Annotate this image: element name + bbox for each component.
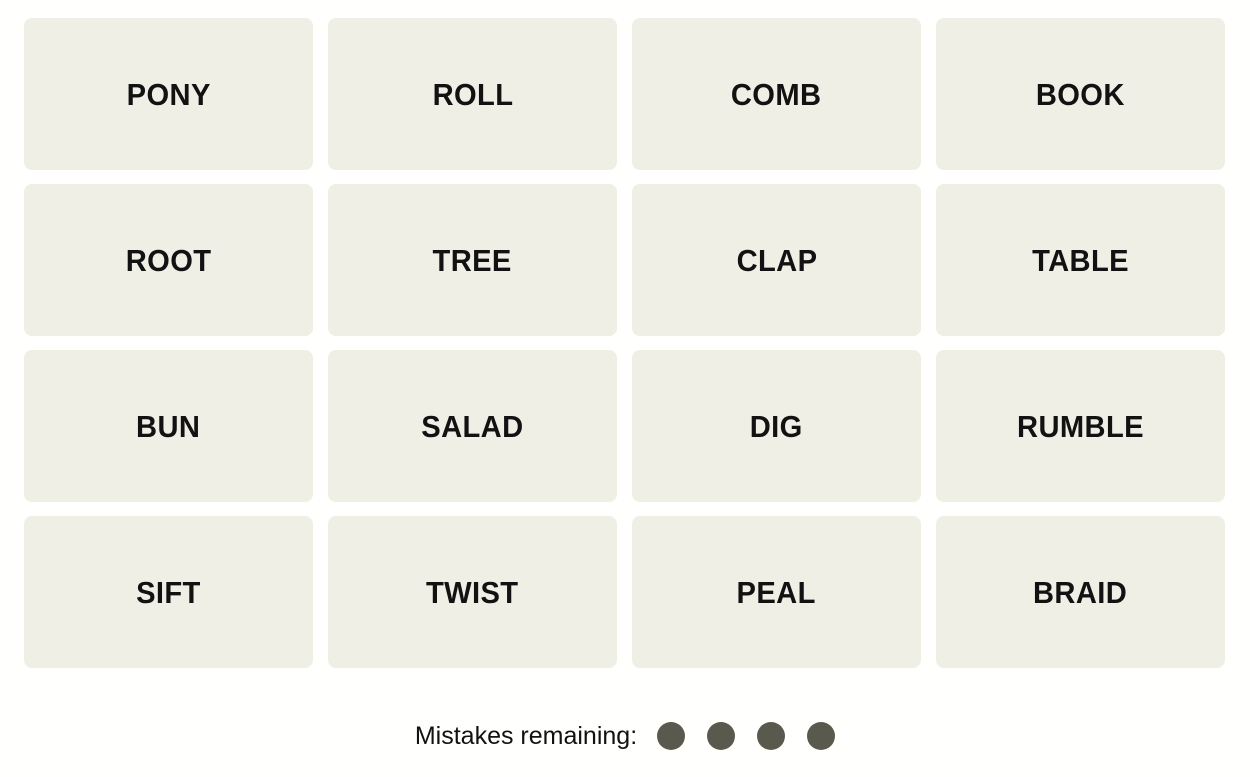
mistake-dot-icon bbox=[757, 722, 786, 750]
word-tile-label: ROLL bbox=[432, 76, 513, 112]
word-tile-label: SIFT bbox=[136, 574, 201, 610]
mistake-dot-icon bbox=[657, 722, 686, 750]
word-tile-label: COMB bbox=[731, 76, 822, 112]
word-tile-label: TWIST bbox=[426, 574, 519, 610]
word-tile[interactable]: DIG bbox=[632, 350, 921, 502]
word-tile[interactable]: TWIST bbox=[328, 516, 617, 668]
word-tile[interactable]: PEAL bbox=[632, 516, 921, 668]
word-tile[interactable]: BRAID bbox=[936, 516, 1225, 668]
word-tile-label: BOOK bbox=[1036, 76, 1125, 112]
word-tile[interactable]: SIFT bbox=[24, 516, 313, 668]
mistakes-remaining-row: Mistakes remaining: bbox=[0, 722, 1250, 750]
word-tile[interactable]: CLAP bbox=[632, 184, 921, 336]
word-tile[interactable]: RUMBLE bbox=[936, 350, 1225, 502]
word-tile-label: TREE bbox=[432, 242, 513, 278]
connections-game-board: PONY ROLL COMB BOOK ROOT TREE CLAP TABLE… bbox=[0, 0, 1250, 777]
mistake-dot-icon bbox=[807, 722, 836, 750]
word-tile[interactable]: SALAD bbox=[328, 350, 617, 502]
word-tile[interactable]: COMB bbox=[632, 18, 921, 170]
word-tile[interactable]: ROLL bbox=[328, 18, 617, 170]
word-tile-label: BRAID bbox=[1033, 574, 1128, 610]
word-tile[interactable]: TABLE bbox=[936, 184, 1225, 336]
word-tile[interactable]: TREE bbox=[328, 184, 617, 336]
word-tile[interactable]: BOOK bbox=[936, 18, 1225, 170]
mistake-dot-icon bbox=[707, 722, 736, 750]
word-tile[interactable]: PONY bbox=[24, 18, 313, 170]
word-tile-label: SALAD bbox=[421, 408, 524, 444]
word-tile[interactable]: BUN bbox=[24, 350, 313, 502]
word-tile-label: PONY bbox=[126, 76, 211, 112]
mistakes-remaining-label: Mistakes remaining: bbox=[414, 721, 638, 750]
word-tile-label: TABLE bbox=[1032, 242, 1129, 278]
word-tile-label: BUN bbox=[136, 408, 201, 444]
word-tile-label: ROOT bbox=[125, 242, 212, 278]
word-tile-label: CLAP bbox=[736, 242, 817, 278]
word-tile-label: DIG bbox=[750, 408, 803, 444]
mistake-dots-group bbox=[657, 722, 836, 750]
word-tile[interactable]: ROOT bbox=[24, 184, 313, 336]
word-tile-grid: PONY ROLL COMB BOOK ROOT TREE CLAP TABLE… bbox=[24, 18, 1225, 668]
word-tile-label: RUMBLE bbox=[1017, 408, 1144, 444]
word-tile-label: PEAL bbox=[736, 574, 817, 610]
